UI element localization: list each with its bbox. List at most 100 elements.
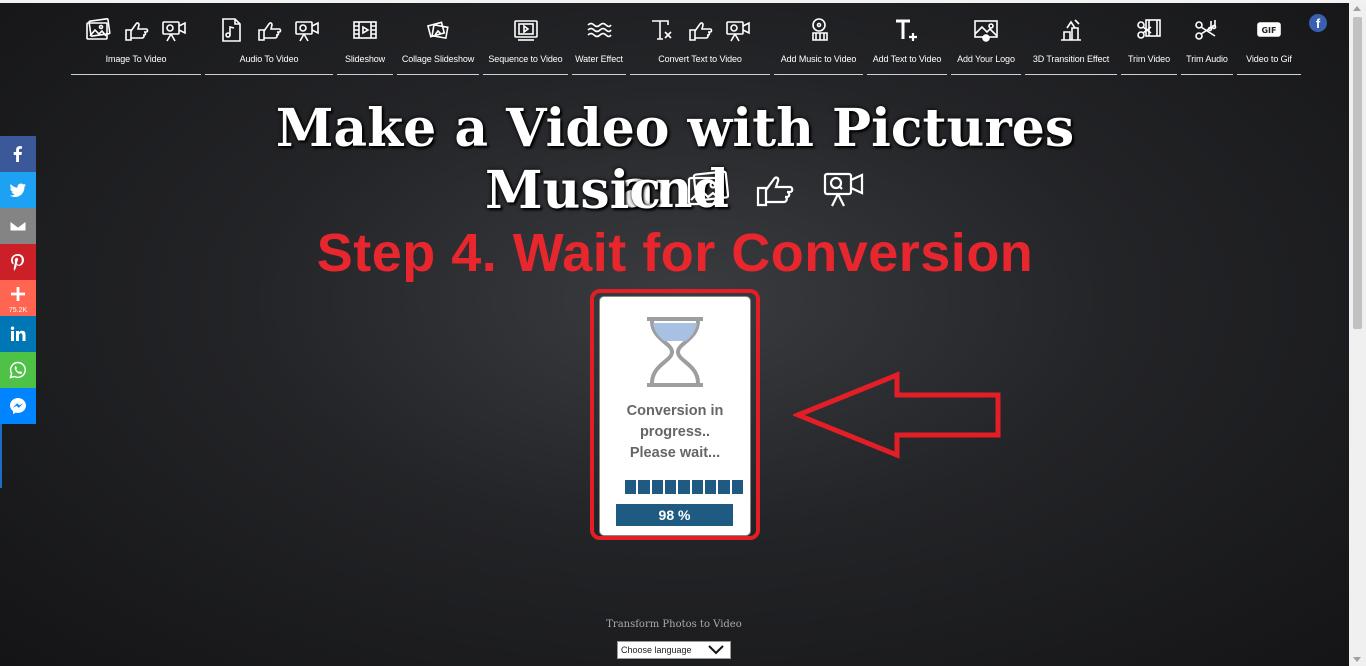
nav-label: Add Music to Video <box>780 54 857 64</box>
nav-label: 3D Transition Effect <box>1032 54 1110 64</box>
video-camera-icon <box>162 21 186 42</box>
logo-image-icon <box>974 20 998 42</box>
language-select-value: Choose language <box>621 645 692 655</box>
social-share-sidebar: 75.2K <box>0 136 36 488</box>
share-pinterest-button[interactable] <box>0 244 36 280</box>
pointing-hand-icon <box>755 160 797 221</box>
video-camera-icon <box>295 21 319 42</box>
progress-block <box>718 480 730 494</box>
progress-block <box>664 480 677 494</box>
nav-item-audio-to-video[interactable]: Audio To Video <box>205 12 333 75</box>
trim-audio-icon <box>1195 20 1217 40</box>
share-messenger-button[interactable] <box>0 388 36 424</box>
nav-label: Collage Slideshow <box>401 54 475 64</box>
nav-label: Slideshow <box>344 54 386 64</box>
nav-label: Water Effect <box>575 54 623 64</box>
nav-label: Add Text to Video <box>872 54 942 64</box>
video-camera-icon <box>823 160 865 221</box>
audio-file-icon <box>222 18 241 42</box>
red-arrow-annotation <box>793 371 1001 459</box>
hourglass-icon <box>647 317 703 387</box>
water-waves-icon <box>587 22 612 38</box>
nav-item-convert-text-to-video[interactable]: Convert Text to Video <box>630 12 770 75</box>
nav-item-add-text-to-video[interactable]: Add Text to Video <box>867 12 947 75</box>
progress-block <box>704 480 717 494</box>
share-linkedin-button[interactable] <box>0 316 36 352</box>
share-twitter-button[interactable] <box>0 172 36 208</box>
nav-label: Sequence to Video <box>488 54 563 64</box>
nav-item-slideshow[interactable]: Slideshow <box>337 12 393 75</box>
page-title-music: Music <box>484 160 662 221</box>
image-icon <box>687 160 730 221</box>
scrollbar-thumb[interactable] <box>1353 17 1362 329</box>
nav-item-sequence-to-video[interactable]: Sequence to Video <box>483 12 568 75</box>
language-select[interactable]: Choose language <box>617 641 731 659</box>
footer-tagline: Transform Photos to Video <box>606 619 742 630</box>
gif-icon: GIF <box>1257 22 1281 37</box>
share-count: 75.2K <box>8 307 28 314</box>
music-film-icon <box>811 18 828 41</box>
vertical-scrollbar[interactable] <box>1349 3 1366 666</box>
pinterest-icon <box>11 254 24 271</box>
progress-block <box>731 480 743 494</box>
status-line: progress.. <box>639 424 711 440</box>
sidebar-tail <box>0 424 2 488</box>
whatsapp-icon <box>9 361 26 379</box>
progress-percent: 98 % <box>616 504 733 526</box>
progress-block <box>691 480 703 494</box>
text-plus-icon <box>896 19 917 41</box>
nav-label: Audio To Video <box>239 54 299 64</box>
nav-item-water-effect[interactable]: Water Effect <box>572 12 626 75</box>
film-strip-icon <box>353 21 377 39</box>
facebook-icon[interactable]: f <box>1309 14 1327 32</box>
nav-label: Convert Text to Video <box>658 54 742 64</box>
status-line: Conversion in <box>626 403 724 419</box>
twitter-icon <box>9 183 27 198</box>
nav-label: Trim Video <box>1127 54 1170 64</box>
svg-text:GIF: GIF <box>1261 26 1276 35</box>
messenger-icon <box>10 398 26 415</box>
scroll-down-arrow-icon[interactable] <box>1353 657 1361 662</box>
progress-blocks <box>625 480 743 494</box>
collage-icon <box>426 21 449 40</box>
share-facebook-button[interactable] <box>0 136 36 172</box>
window-top-border <box>0 0 1366 3</box>
email-icon <box>9 220 27 232</box>
trim-video-icon <box>1137 19 1161 39</box>
nav-item-trim-audio[interactable]: Trim Audio <box>1181 12 1233 75</box>
progress-block <box>651 480 663 494</box>
nav-item-collage-slideshow[interactable]: Collage Slideshow <box>397 12 479 75</box>
tool-navigation: Image To Video Audio To Video Slideshow … <box>71 12 1309 75</box>
page-title-line2: Music <box>250 160 1100 221</box>
nav-label: Video to Gif <box>1246 54 1292 64</box>
video-camera-icon <box>726 21 750 42</box>
conversion-progress-card: Conversion in progress.. Please wait... … <box>600 297 750 535</box>
nav-item-trim-video[interactable]: Trim Video <box>1121 12 1177 75</box>
share-whatsapp-button[interactable] <box>0 352 36 388</box>
nav-item-3d-transition-effect[interactable]: 3D Transition Effect <box>1025 12 1117 75</box>
pointing-hand-icon <box>125 22 149 41</box>
image-icon <box>86 18 111 40</box>
pointing-hand-icon <box>258 22 282 41</box>
nav-label: Add Your Logo <box>957 54 1015 64</box>
nav-item-add-music-to-video[interactable]: Add Music to Video <box>774 12 863 75</box>
nav-item-image-to-video[interactable]: Image To Video <box>71 12 201 75</box>
facebook-icon <box>13 146 22 162</box>
linkedin-icon <box>10 326 26 341</box>
text-icon <box>652 20 672 40</box>
sequence-icon <box>513 20 538 41</box>
status-line: Please wait... <box>629 445 721 461</box>
nav-label: Trim Audio <box>1186 54 1228 64</box>
progress-block <box>678 480 690 494</box>
progress-block <box>625 480 637 494</box>
progress-block <box>638 480 650 494</box>
nav-item-video-to-gif[interactable]: GIF Video to Gif <box>1237 12 1301 75</box>
nav-label: Image To Video <box>105 54 167 64</box>
nav-item-add-your-logo[interactable]: Add Your Logo <box>951 12 1021 75</box>
share-email-button[interactable] <box>0 208 36 244</box>
plus-icon <box>11 287 25 301</box>
share-more-button[interactable]: 75.2K <box>0 280 36 316</box>
pointing-hand-icon <box>689 22 713 41</box>
transition-3d-icon <box>1061 19 1081 41</box>
scroll-up-arrow-icon[interactable] <box>1353 6 1361 11</box>
